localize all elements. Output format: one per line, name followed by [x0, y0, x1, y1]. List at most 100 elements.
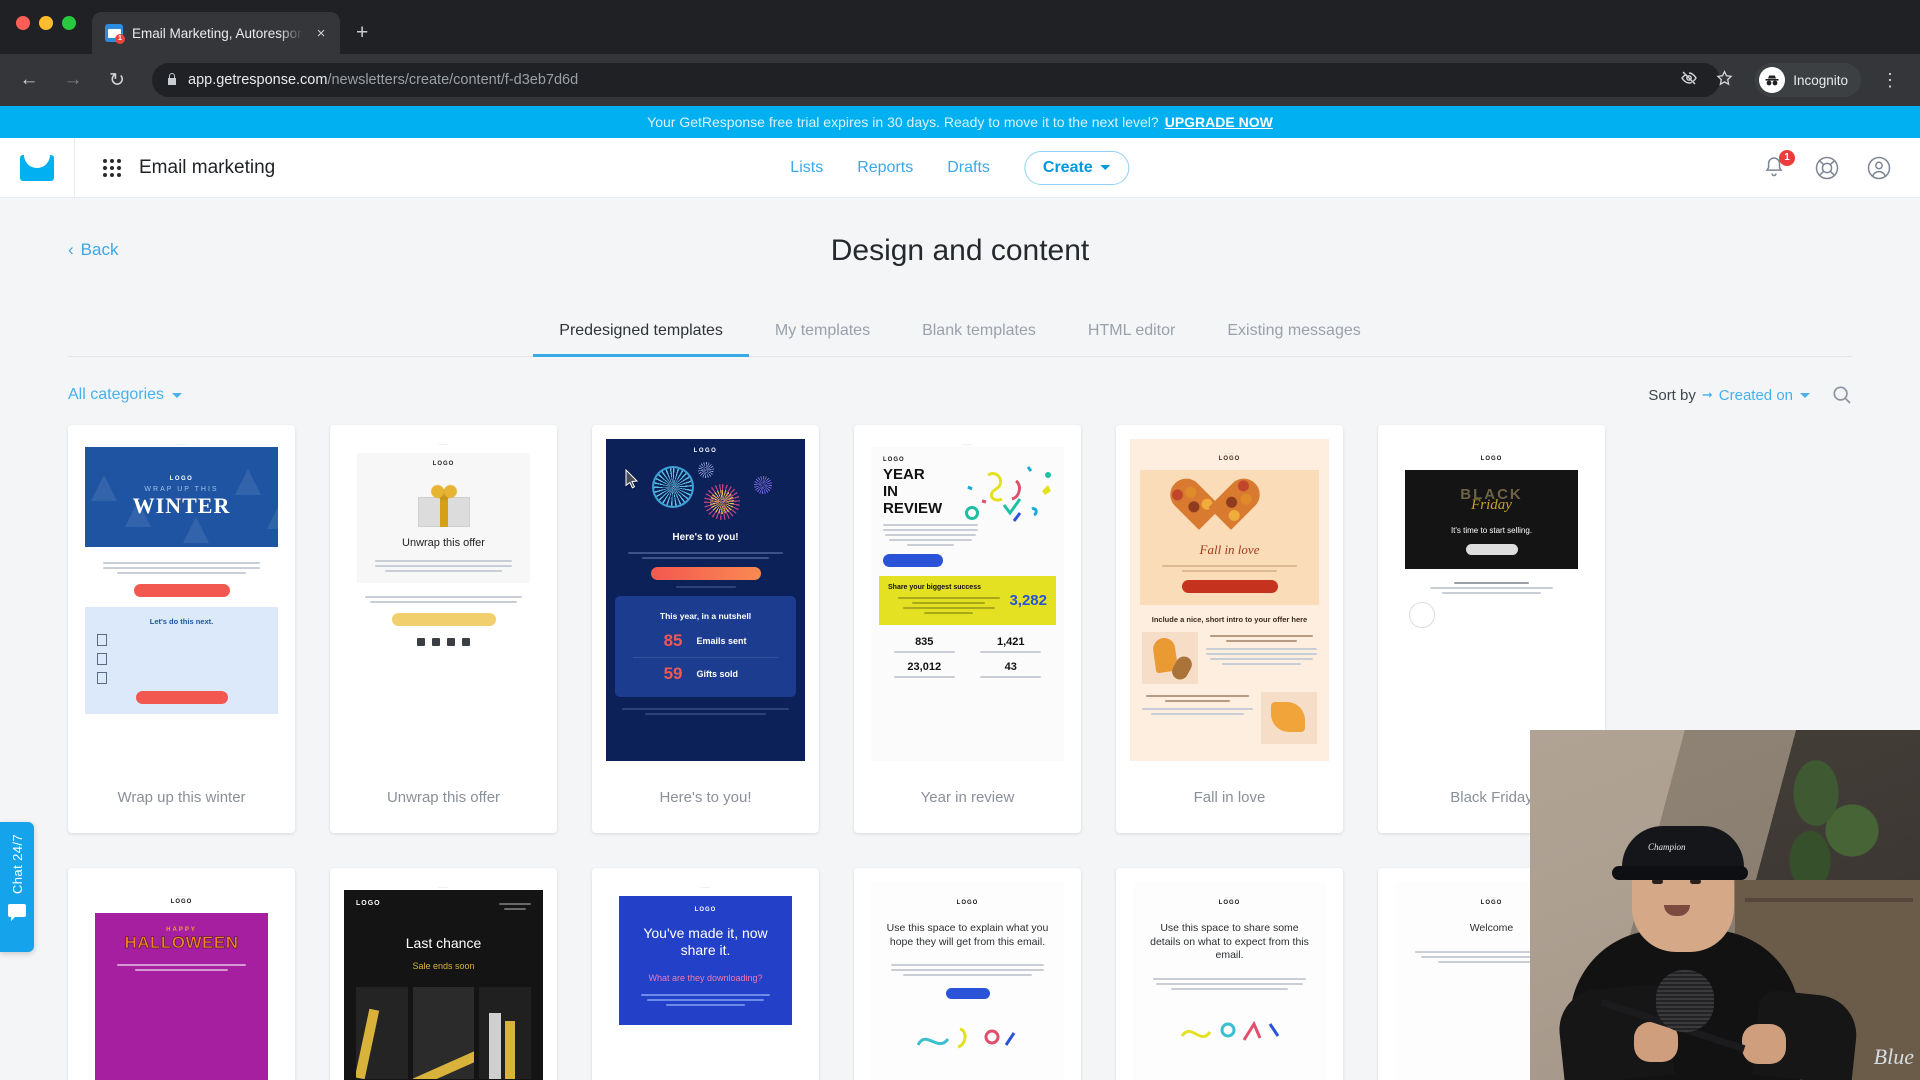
tab-existing-messages[interactable]: Existing messages [1201, 308, 1386, 356]
sort-value-label: Created on [1718, 386, 1793, 404]
reload-icon[interactable]: ↻ [102, 69, 132, 92]
chevron-down-icon [1100, 165, 1111, 170]
browser-tab[interactable]: 1 Email Marketing, Autoresponde × [92, 12, 340, 54]
template-card[interactable]: ─── LOGO Use this space to explain what … [854, 868, 1081, 1080]
nav-item-lists[interactable]: Lists [790, 159, 823, 177]
template-card[interactable]: ─── LOGO Unwrap this offer Unwrap this o… [330, 425, 557, 833]
kpi: 23,012 [883, 661, 966, 679]
stat-row: 85 Emails sent [623, 627, 788, 655]
thumb-preheader: ─── [1486, 451, 1497, 456]
leaf-image [1261, 692, 1317, 744]
thumb-cta [883, 554, 943, 568]
gift-illustration-icon [417, 483, 470, 527]
help-lifebuoy-icon[interactable] [1814, 155, 1840, 181]
tab-html-editor[interactable]: HTML editor [1062, 308, 1201, 356]
stat-value: 59 [663, 664, 683, 683]
tab-my-templates[interactable]: My templates [749, 308, 896, 356]
tab-blank-templates[interactable]: Blank templates [896, 308, 1062, 356]
thumb-hero: ─── LOGO Use this space to share some de… [1133, 882, 1326, 1080]
template-card[interactable]: ─── LOGO You've made it, now share it. W… [592, 868, 819, 1080]
page-head: ‹ Back Design and content [68, 198, 1852, 308]
filter-row: All categories Sort by ➞ Created on [68, 357, 1852, 425]
thumb-hero-panel: Fall in love [1140, 470, 1319, 605]
back-link-label: Back [80, 240, 119, 259]
url-path: /newsletters/create/content/f-d3eb7d6d [327, 72, 579, 88]
webcam-overlay: Champion Blue [1530, 730, 1920, 1080]
webcam-cap: Champion [1612, 826, 1748, 880]
kpi-value: 835 [915, 636, 934, 649]
thumb-preheader: ─── [176, 894, 187, 899]
maximize-window-button[interactable] [62, 16, 76, 30]
create-button[interactable]: Create [1023, 150, 1130, 185]
thumb-preheader: ─── [962, 442, 973, 447]
address-bar[interactable]: app.getresponse.com/newsletters/create/c… [152, 63, 1721, 97]
thumb-headline: Last chance [405, 935, 482, 951]
thumb-hero: ─── LOGO BLACK Friday It's time to start… [1395, 439, 1588, 761]
thumb-headline-script: Friday [1471, 497, 1512, 513]
url-host: app.getresponse.com [188, 72, 328, 88]
nav-item-drafts[interactable]: Drafts [947, 159, 990, 177]
template-card[interactable]: ─── LOGO Last chance Sale ends soon [330, 868, 557, 1080]
upgrade-now-link[interactable]: UPGRADE NOW [1165, 114, 1273, 130]
template-card-label: Unwrap this offer [386, 788, 501, 806]
thumb-logo: LOGO [956, 900, 979, 906]
back-icon[interactable]: ← [14, 69, 44, 91]
template-card[interactable]: ─── LOGO WRAP UP THIS WINTER Let's do th… [68, 425, 295, 833]
leaf-heart-illustration-icon [1199, 480, 1261, 536]
kpi: 1,421 [970, 636, 1053, 654]
forward-icon[interactable]: → [58, 69, 88, 91]
nav-item-reports[interactable]: Reports [857, 159, 913, 177]
kpi-value: 43 [1004, 661, 1017, 674]
template-thumbnail: ─── LOGO HAPPY HALLOWEEN [85, 882, 278, 1080]
search-icon[interactable] [1832, 385, 1852, 405]
template-card[interactable]: ─── LOGO HAPPY HALLOWEEN [68, 868, 295, 1080]
notifications-bell-icon[interactable]: 1 [1762, 149, 1795, 181]
thumb-cta [391, 613, 496, 626]
category-filter-dropdown[interactable]: All categories [68, 386, 183, 404]
brand-cell[interactable] [0, 137, 75, 198]
template-thumbnail: ─── LOGO Unwrap this offer [347, 439, 540, 761]
account-circle-icon[interactable] [1866, 155, 1892, 181]
stat-label: Emails sent [696, 636, 747, 646]
new-tab-button[interactable]: + [356, 21, 368, 45]
thumb-body [85, 547, 278, 597]
chevron-down-icon [172, 392, 183, 398]
omnibox-actions [1680, 69, 1733, 91]
highlight-heading: Share your biggest success [888, 584, 981, 592]
template-thumbnail: ─── LOGO BLACK Friday It's time to start… [1395, 439, 1588, 761]
tab-close-icon[interactable]: × [312, 25, 330, 42]
close-window-button[interactable] [16, 16, 30, 30]
stats-heading: This year, in a nutshell [659, 611, 752, 621]
thumb-headline: Unwrap this offer [402, 537, 485, 549]
thumb-hero: LOGO You've made it, now share it. What … [619, 896, 792, 1026]
bookmark-star-icon[interactable] [1716, 69, 1733, 91]
template-card[interactable]: ─── LOGO Fall in love Include a nice, sh… [1116, 425, 1343, 833]
sort-value-dropdown[interactable]: Created on [1719, 387, 1810, 404]
fireworks-illustration-icon [606, 454, 805, 526]
app-title: Email marketing [139, 156, 276, 178]
template-card[interactable]: ─── LOGO YEAR IN REVIEW Share your bigge… [854, 425, 1081, 833]
back-link[interactable]: ‹ Back [68, 240, 118, 260]
thumb-logo: LOGO [694, 907, 717, 913]
tab-predesigned-templates[interactable]: Predesigned templates [533, 308, 749, 357]
stat-row: 59 Gifts sold [623, 660, 788, 688]
minimize-window-button[interactable] [39, 16, 53, 30]
sort-controls: Sort by ➞ Created on [1648, 385, 1852, 405]
sort-direction-icon[interactable]: ➞ [1702, 387, 1713, 403]
thumb-preheader: ─── [1224, 895, 1235, 900]
mouse-cursor [625, 469, 639, 489]
highlight-value: 3,282 [1009, 592, 1047, 610]
create-button-label: Create [1042, 158, 1093, 176]
template-card[interactable]: ─── LOGO Use this space to share some de… [1116, 868, 1343, 1080]
hide-password-icon[interactable] [1680, 70, 1698, 91]
grid-apps-icon[interactable] [103, 158, 121, 177]
browser-menu-icon[interactable]: ⋮ [1875, 70, 1906, 91]
incognito-profile-button[interactable]: Incognito [1755, 63, 1861, 97]
thumb-preheader: ─── [700, 885, 711, 890]
trial-message: Your GetResponse free trial expires in 3… [647, 114, 1159, 130]
thumb-preheader: ─── [438, 885, 449, 890]
chat-widget-tab[interactable]: Chat 24/7 [0, 822, 34, 952]
thumb-logo: LOGO [1218, 456, 1241, 462]
thumb-logo: LOGO [356, 900, 381, 907]
thumb-eyebrow: WRAP UP THIS [144, 485, 219, 493]
